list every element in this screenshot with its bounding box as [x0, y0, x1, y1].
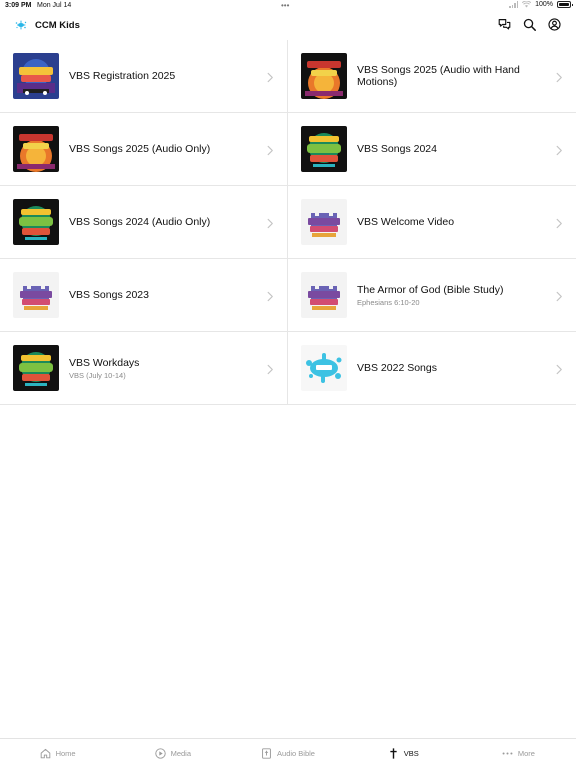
item-text: VBS Workdays VBS (July 10-14) [69, 332, 252, 404]
chevron-right-icon [266, 143, 274, 156]
chevron-right-icon [266, 289, 274, 302]
tab-audio-bible[interactable]: Audio Bible [230, 739, 345, 768]
tab-label: Audio Bible [277, 749, 315, 758]
tab-label: VBS [403, 749, 419, 758]
cellular-signal-icon [509, 1, 519, 8]
thumbnail-sunrise-sunset [13, 126, 59, 172]
thumbnail-sunrise-sunset [301, 53, 347, 99]
thumbnail-jungle-journey [13, 345, 59, 391]
item-text: VBS 2022 Songs [357, 332, 541, 404]
item-text: VBS Songs 2024 (Audio Only) [69, 186, 252, 258]
more-dots-icon [502, 748, 513, 759]
item-text: VBS Songs 2023 [69, 259, 252, 331]
status-date: Mon Jul 14 [37, 2, 72, 9]
chevron-right-icon [555, 362, 563, 375]
status-time: 3:09 PM [5, 2, 32, 9]
item-text: VBS Welcome Video [357, 186, 541, 258]
chevron-right-icon [266, 70, 274, 83]
item-text: VBS Songs 2024 [357, 113, 541, 185]
list-item-vbs-registration-2025[interactable]: VBS Registration 2025 [0, 40, 288, 113]
thumbnail-jungle-journey [301, 126, 347, 172]
play-circle-icon [154, 748, 166, 759]
item-text: The Armor of God (Bible Study) Ephesians … [357, 259, 541, 331]
thumbnail-keepers-kingdom [301, 199, 347, 245]
item-text: VBS Registration 2025 [69, 40, 252, 112]
list-item-vbs-2022-songs[interactable]: VBS 2022 Songs [288, 332, 576, 405]
ccm-splash-logo-icon [15, 20, 27, 30]
list-item-the-armor-of-god-bible-study[interactable]: The Armor of God (Bible Study) Ephesians … [288, 259, 576, 332]
app-header: CCM Kids [0, 12, 576, 40]
battery-icon [557, 1, 573, 8]
list-item-vbs-welcome-video[interactable]: VBS Welcome Video [288, 186, 576, 259]
item-title: The Armor of God (Bible Study) [357, 283, 504, 296]
status-indicators: 100% [509, 1, 573, 8]
tab-more[interactable]: More [461, 739, 576, 768]
battery-percent: 100% [535, 1, 553, 8]
list-item-vbs-songs-2025-audio-only[interactable]: VBS Songs 2025 (Audio Only) [0, 113, 288, 186]
thumbnail-keepers-kingdom [301, 272, 347, 318]
list-item-vbs-songs-2024[interactable]: VBS Songs 2024 [288, 113, 576, 186]
thumbnail-wonder-junction [13, 53, 59, 99]
item-title: VBS Songs 2025 (Audio Only) [69, 143, 211, 155]
header-actions [498, 18, 561, 31]
account-icon[interactable] [548, 18, 561, 31]
list-item-vbs-songs-2023[interactable]: VBS Songs 2023 [0, 259, 288, 332]
item-text: VBS Songs 2025 (Audio Only) [69, 113, 252, 185]
tab-home[interactable]: Home [0, 739, 115, 768]
app-title: CCM Kids [35, 20, 80, 31]
item-title: VBS Registration 2025 [69, 70, 176, 82]
chevron-right-icon [555, 70, 563, 83]
chevron-right-icon [266, 216, 274, 229]
chevron-right-icon [266, 362, 274, 375]
status-bar: 3:09 PM Mon Jul 14 ••• 100% [0, 0, 576, 12]
item-title: VBS Songs 2023 [69, 289, 149, 301]
list-item-vbs-songs-2024-audio-only[interactable]: VBS Songs 2024 (Audio Only) [0, 186, 288, 259]
item-title: VBS 2022 Songs [357, 362, 437, 374]
search-icon[interactable] [523, 18, 536, 31]
item-title: VBS Welcome Video [357, 216, 455, 228]
item-subtitle: Ephesians 6:10-20 [357, 297, 420, 307]
cross-icon [388, 748, 399, 759]
item-title: VBS Songs 2024 [357, 143, 437, 155]
chevron-right-icon [555, 143, 563, 156]
item-text: VBS Songs 2025 (Audio with Hand Motions) [357, 40, 541, 112]
item-title: VBS Songs 2025 (Audio with Hand Motions) [357, 64, 520, 88]
tab-label: Media [170, 749, 192, 758]
chevron-right-icon [555, 289, 563, 302]
tab-label: Home [55, 749, 76, 758]
list-item-vbs-songs-2025-audio-with-hand-motions[interactable]: VBS Songs 2025 (Audio with Hand Motions) [288, 40, 576, 113]
chat-icon[interactable] [498, 18, 511, 31]
bottom-tab-bar: Home Media Audio Bible VBS More [0, 738, 576, 768]
list-item-vbs-workdays[interactable]: VBS Workdays VBS (July 10-14) [0, 332, 288, 405]
tab-media[interactable]: Media [115, 739, 230, 768]
chevron-right-icon [555, 216, 563, 229]
tab-label: More [517, 749, 535, 758]
item-title: VBS Workdays [69, 356, 140, 369]
item-title: VBS Songs 2024 (Audio Only) [69, 216, 211, 228]
vbs-content-grid: VBS Registration 2025 VBS Songs 2025 (Aud… [0, 40, 576, 405]
thumbnail-jungle-journey [13, 199, 59, 245]
thumbnail-keepers-kingdom [13, 272, 59, 318]
bible-icon [261, 748, 272, 759]
item-subtitle: VBS (July 10-14) [69, 370, 126, 380]
tab-vbs[interactable]: VBS [346, 739, 461, 768]
wifi-icon [522, 1, 532, 8]
home-icon [40, 748, 51, 759]
multitasking-dots[interactable]: ••• [281, 1, 289, 10]
thumbnail-splash [301, 345, 347, 391]
